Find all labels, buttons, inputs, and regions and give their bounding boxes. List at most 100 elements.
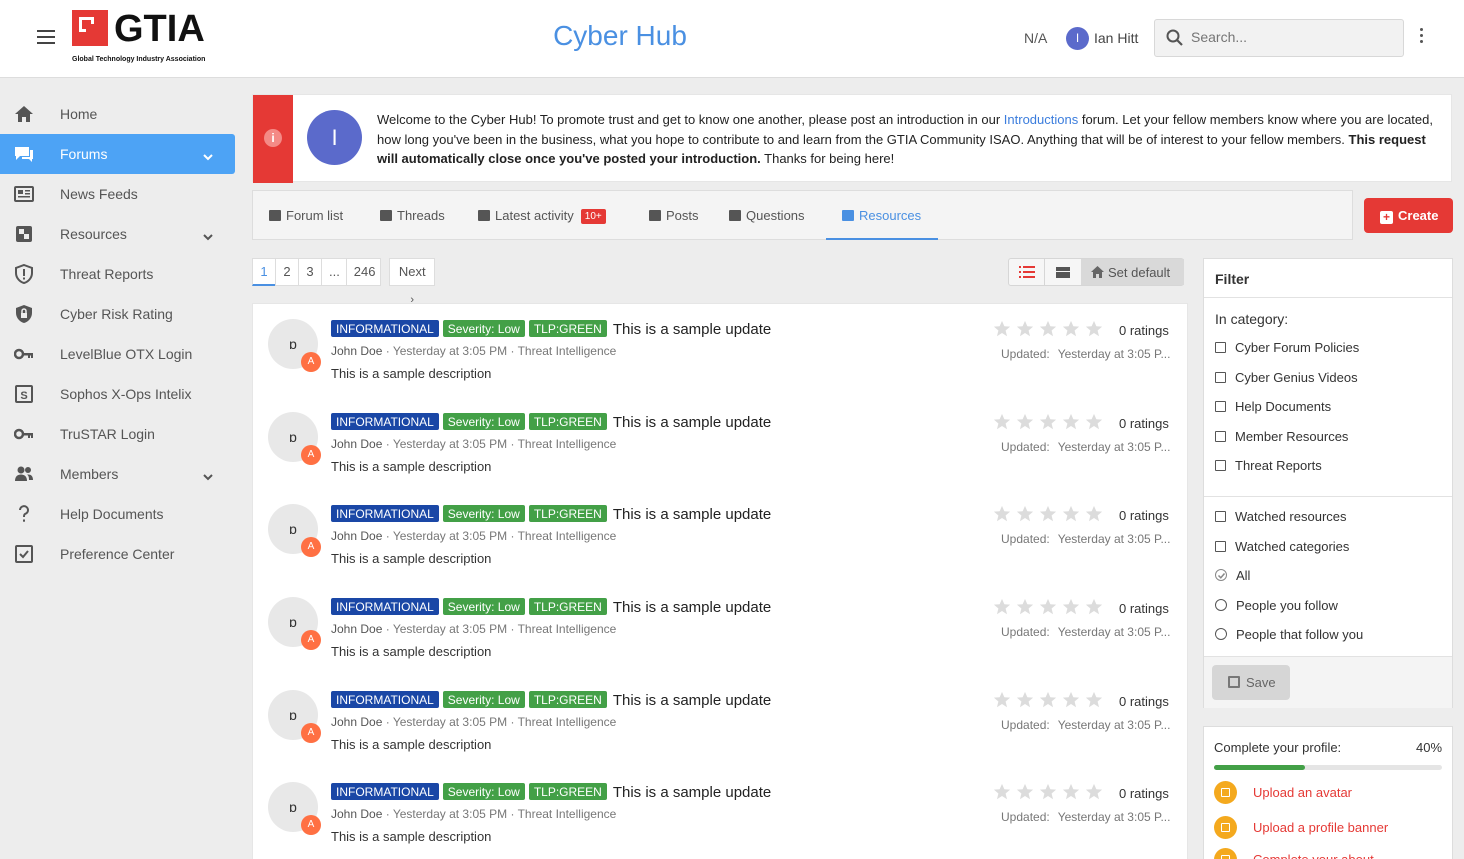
user-name[interactable]: Ian Hitt	[1094, 30, 1138, 46]
resource-tag[interactable]: INFORMATIONAL	[331, 691, 439, 708]
next-page-button[interactable]: Next ›	[389, 258, 436, 306]
star-icon[interactable]	[1039, 505, 1057, 523]
create-button[interactable]: + Create	[1364, 198, 1453, 233]
filter-watched-option[interactable]: Watched categories	[1215, 539, 1349, 554]
resource-row[interactable]: ɒ A INFORMATIONAL Severity: Low TLP:GREEN Thi…	[253, 397, 1187, 490]
resource-title[interactable]: This is a sample update	[613, 599, 771, 616]
sidebar-item-sophos-x-ops-intelix[interactable]: S Sophos X-Ops Intelix	[0, 374, 235, 414]
resource-tag[interactable]: INFORMATIONAL	[331, 413, 439, 430]
sidebar-item-forums[interactable]: Forums	[0, 134, 235, 174]
radio-icon[interactable]	[1215, 599, 1227, 611]
filter-category-option[interactable]: Cyber Genius Videos	[1215, 370, 1358, 385]
sidebar-item-help-documents[interactable]: Help Documents	[0, 494, 235, 534]
tab-resources[interactable]: Resources	[826, 191, 938, 240]
more-options-icon[interactable]	[1417, 28, 1425, 46]
profile-task-link[interactable]: Upload a profile banner	[1214, 816, 1388, 839]
resource-author[interactable]: John Doe	[331, 344, 382, 358]
author-avatar[interactable]: ɒA	[268, 504, 321, 557]
resource-tag[interactable]: Severity: Low	[442, 505, 525, 522]
resource-tag[interactable]: TLP:GREEN	[528, 598, 607, 615]
chevron-down-icon[interactable]	[203, 229, 213, 241]
checkbox-icon[interactable]	[1215, 372, 1226, 383]
introductions-link[interactable]: Introductions	[1004, 112, 1078, 127]
resource-tag[interactable]: Severity: Low	[442, 413, 525, 430]
resource-title[interactable]: This is a sample update	[613, 321, 771, 338]
star-icon[interactable]	[1016, 783, 1034, 801]
star-icon[interactable]	[1062, 783, 1080, 801]
resource-title[interactable]: This is a sample update	[613, 784, 771, 801]
page-link[interactable]: 2	[275, 258, 299, 286]
sidebar-item-resources[interactable]: Resources	[0, 214, 235, 254]
filter-watched-option[interactable]: Watched resources	[1215, 509, 1347, 524]
star-icon[interactable]	[1039, 320, 1057, 338]
checkbox-icon[interactable]	[1215, 541, 1226, 552]
filter-follow-option[interactable]: People that follow you	[1215, 627, 1363, 642]
author-avatar[interactable]: ɒA	[268, 319, 321, 372]
rating-stars[interactable]	[993, 320, 1108, 341]
gtia-logo[interactable]: GTIA Global Technology Industry Associat…	[72, 8, 222, 66]
page-link[interactable]: 246	[345, 258, 382, 286]
sidebar-item-news-feeds[interactable]: News Feeds	[0, 174, 235, 214]
star-icon[interactable]	[993, 598, 1011, 616]
resource-tag[interactable]: TLP:GREEN	[528, 413, 607, 430]
chevron-down-icon[interactable]	[203, 149, 213, 161]
tab-latest-activity[interactable]: Latest activity 10+	[478, 191, 606, 240]
resource-title[interactable]: This is a sample update	[613, 506, 771, 523]
rating-stars[interactable]	[993, 413, 1108, 434]
search-box[interactable]	[1154, 19, 1404, 57]
list-view-icon[interactable]	[1009, 259, 1044, 285]
star-icon[interactable]	[1062, 320, 1080, 338]
author-avatar[interactable]: ɒA	[268, 690, 321, 743]
resource-tag[interactable]: INFORMATIONAL	[331, 505, 439, 522]
rating-stars[interactable]	[993, 783, 1108, 804]
resource-tag[interactable]: INFORMATIONAL	[331, 320, 439, 337]
sidebar-item-members[interactable]: Members	[0, 454, 235, 494]
filter-follow-option[interactable]: All	[1215, 568, 1250, 583]
grid-view-icon[interactable]	[1044, 259, 1080, 285]
resource-tag[interactable]: TLP:GREEN	[528, 505, 607, 522]
rating-stars[interactable]	[993, 691, 1108, 712]
resource-author[interactable]: John Doe	[331, 437, 382, 451]
checkbox-icon[interactable]	[1215, 511, 1226, 522]
star-icon[interactable]	[1062, 598, 1080, 616]
profile-task-link[interactable]: Complete your about	[1214, 848, 1374, 859]
hamburger-menu-icon[interactable]	[37, 30, 55, 44]
checkbox-icon[interactable]	[1215, 401, 1226, 412]
user-avatar[interactable]: I	[1066, 27, 1089, 50]
rating-stars[interactable]	[993, 505, 1108, 526]
page-link[interactable]: 1	[252, 258, 276, 286]
save-button[interactable]: Save	[1212, 665, 1290, 700]
resource-category[interactable]: Threat Intelligence	[518, 529, 617, 543]
star-icon[interactable]	[1062, 413, 1080, 431]
resource-row[interactable]: ɒ A INFORMATIONAL Severity: Low TLP:GREEN Thi…	[253, 489, 1187, 582]
star-icon[interactable]	[1085, 691, 1103, 709]
resource-author[interactable]: John Doe	[331, 529, 382, 543]
star-icon[interactable]	[1085, 598, 1103, 616]
resource-category[interactable]: Threat Intelligence	[518, 344, 617, 358]
author-avatar[interactable]: ɒA	[268, 412, 321, 465]
chevron-down-icon[interactable]	[203, 469, 213, 481]
star-icon[interactable]	[1016, 320, 1034, 338]
sidebar-item-cyber-risk-rating[interactable]: Cyber Risk Rating	[0, 294, 235, 334]
star-icon[interactable]	[1016, 691, 1034, 709]
rating-stars[interactable]	[993, 598, 1108, 619]
resource-author[interactable]: John Doe	[331, 715, 382, 729]
tab-questions[interactable]: Questions	[729, 191, 805, 240]
resource-tag[interactable]: TLP:GREEN	[528, 691, 607, 708]
filter-category-option[interactable]: Cyber Forum Policies	[1215, 340, 1359, 355]
sidebar-item-levelblue-otx-login[interactable]: LevelBlue OTX Login	[0, 334, 235, 374]
star-icon[interactable]	[1039, 691, 1057, 709]
star-icon[interactable]	[1016, 413, 1034, 431]
star-icon[interactable]	[993, 505, 1011, 523]
resource-title[interactable]: This is a sample update	[613, 692, 771, 709]
resource-row[interactable]: ɒ A INFORMATIONAL Severity: Low TLP:GREEN Thi…	[253, 582, 1187, 675]
page-link[interactable]: 3	[298, 258, 322, 286]
star-icon[interactable]	[1062, 691, 1080, 709]
profile-task-link[interactable]: Upload an avatar	[1214, 781, 1352, 804]
filter-category-option[interactable]: Help Documents	[1215, 399, 1331, 414]
star-icon[interactable]	[1085, 783, 1103, 801]
star-icon[interactable]	[1016, 598, 1034, 616]
check-circle-icon[interactable]	[1215, 569, 1227, 581]
resource-row[interactable]: ɒ A INFORMATIONAL Severity: Low TLP:GREEN Thi…	[253, 767, 1187, 859]
set-default-button[interactable]: Set default	[1081, 259, 1184, 285]
